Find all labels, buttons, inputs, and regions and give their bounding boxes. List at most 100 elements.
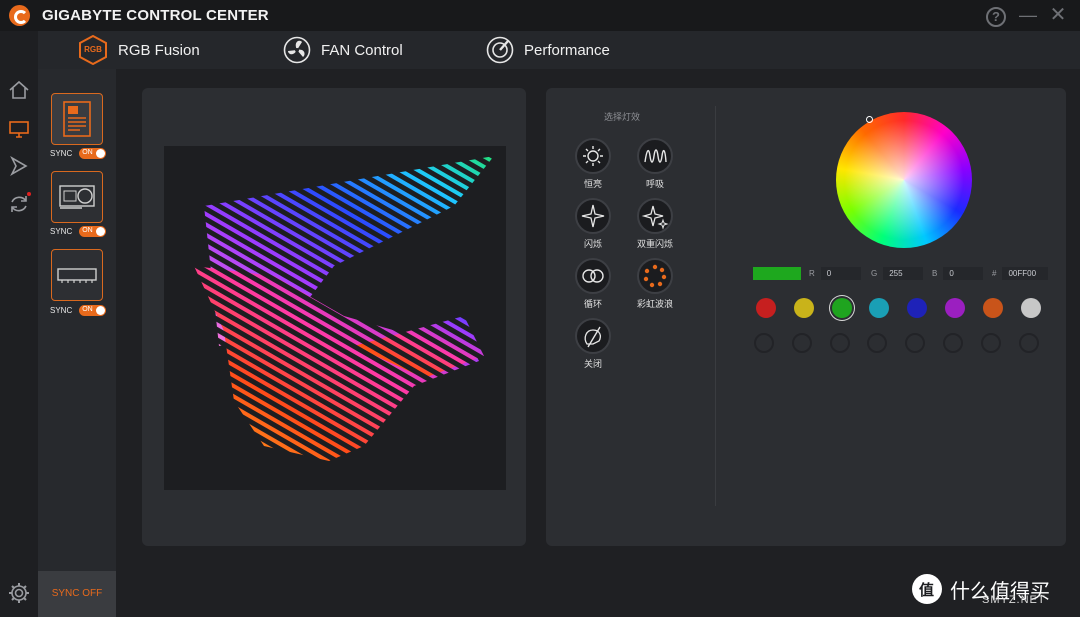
tab-performance[interactable]: Performance: [486, 31, 610, 69]
effect-flash[interactable]: 闪烁: [568, 198, 618, 250]
effect-label: 双重闪烁: [636, 239, 673, 249]
color-swatch[interactable]: [869, 298, 890, 318]
b-field: B 0: [932, 267, 984, 280]
device-memory[interactable]: [51, 249, 103, 301]
rainbow-dots-icon: [643, 264, 667, 288]
custom-color-slot[interactable]: [791, 333, 812, 353]
effect-label: 彩虹波浪: [636, 299, 673, 309]
custom-color-slot[interactable]: [980, 333, 1001, 353]
device-graphics-card[interactable]: [51, 171, 103, 223]
minimize-button[interactable]: —: [1016, 3, 1040, 27]
effect-rainbow-wave[interactable]: 彩虹波浪: [630, 258, 680, 310]
monitor-icon[interactable]: [7, 117, 31, 141]
g-field: G 255: [871, 267, 924, 280]
effect-button[interactable]: [637, 258, 673, 294]
performance-gauge-icon: [486, 36, 514, 64]
hex-input[interactable]: 00FF00: [1002, 267, 1049, 280]
sync-toggle[interactable]: ON: [79, 305, 107, 316]
effect-button[interactable]: [575, 198, 611, 234]
memory-icon: [57, 268, 97, 283]
gear-icon[interactable]: [7, 581, 31, 605]
sync-toggle[interactable]: ON: [79, 148, 107, 159]
effect-static[interactable]: 恒亮: [568, 138, 618, 190]
tab-label: Performance: [524, 41, 610, 59]
gigabyte-logo-icon: [9, 5, 30, 26]
sync-row-memory: SYNC ON: [50, 305, 107, 316]
motherboard-icon: [63, 101, 91, 137]
toggle-state: ON: [82, 227, 93, 234]
custom-color-slot[interactable]: [943, 333, 963, 353]
close-button[interactable]: ✕: [1046, 3, 1070, 27]
r-input[interactable]: 0: [820, 267, 861, 280]
help-icon[interactable]: ?: [986, 7, 1006, 27]
custom-color-slot[interactable]: [867, 333, 888, 353]
sync-label: SYNC: [50, 227, 73, 236]
preview-panel: [142, 88, 526, 546]
tab-label: FAN Control: [321, 41, 403, 59]
hex-field: # 00FF00: [992, 267, 1049, 280]
sync-off-button[interactable]: SYNC OFF: [38, 571, 116, 617]
sync-label: SYNC: [50, 306, 73, 315]
color-wheel-handle[interactable]: [866, 116, 873, 123]
watermark-logo: [912, 574, 942, 604]
effect-breathing[interactable]: 呼吸: [630, 138, 680, 190]
rgb-badge-text: RGB: [84, 45, 102, 54]
home-icon[interactable]: [7, 78, 31, 102]
color-swatch[interactable]: [945, 298, 965, 318]
custom-color-slot[interactable]: [1018, 333, 1039, 353]
effect-label: 循环: [583, 299, 602, 309]
device-motherboard[interactable]: [51, 93, 103, 145]
sun-icon: [583, 146, 603, 166]
custom-color-slot[interactable]: [905, 333, 926, 353]
color-swatch[interactable]: [907, 298, 928, 318]
sync-label: SYNC: [50, 149, 73, 158]
wave-icon: [644, 149, 667, 163]
sync-update-icon[interactable]: [7, 192, 31, 216]
aorus-eagle-logo-image: [194, 156, 494, 461]
effect-button[interactable]: [575, 318, 611, 354]
effect-cycle[interactable]: 循环: [568, 258, 618, 310]
effect-button[interactable]: [637, 198, 673, 234]
effect-label: 关闭: [583, 359, 602, 369]
color-swatch[interactable]: [756, 298, 776, 318]
off-icon: [584, 326, 601, 348]
fan-icon: [283, 36, 311, 64]
custom-color-slot[interactable]: [829, 333, 850, 353]
tab-fan-control[interactable]: FAN Control: [283, 31, 403, 69]
graphics-card-icon: [59, 185, 95, 209]
color-swatch[interactable]: [831, 298, 852, 318]
arrow-forward-icon[interactable]: [7, 154, 31, 178]
g-input[interactable]: 255: [883, 267, 924, 280]
effect-label: 恒亮: [583, 179, 602, 189]
b-input[interactable]: 0: [943, 267, 984, 280]
r-field: R 0: [809, 267, 861, 280]
color-swatch[interactable]: [1020, 298, 1041, 318]
aorus-rgb-preview: [164, 146, 506, 490]
lighting-panel: 选择灯效 恒亮 呼吸 闪烁 双重闪烁 循环 彩虹波浪 关闭 R 0 G 255 …: [546, 88, 1066, 546]
r-label: R: [809, 269, 815, 278]
effect-button[interactable]: [575, 138, 611, 174]
sync-toggle[interactable]: ON: [79, 226, 107, 237]
tab-rgb-fusion[interactable]: RGB RGB Fusion: [78, 31, 200, 69]
b-label: B: [932, 269, 938, 278]
toggle-state: ON: [82, 306, 93, 313]
panel-divider: [715, 106, 716, 506]
effect-off[interactable]: 关闭: [568, 318, 618, 370]
current-color-preview: [753, 267, 801, 280]
module-tabs: RGB RGB Fusion FAN Control Performance: [38, 31, 1080, 69]
device-list: SYNC ON SYNC ON SYNC ON SYNC OFF: [38, 69, 116, 617]
custom-color-slot[interactable]: [754, 333, 774, 353]
rgb-fusion-icon: RGB: [79, 35, 107, 65]
sparkle-icon: [581, 204, 605, 228]
effect-button[interactable]: [575, 258, 611, 294]
left-rail: [0, 31, 38, 617]
color-swatch[interactable]: [982, 298, 1003, 318]
title-bar: GIGABYTE CONTROL CENTER ? — ✕: [0, 0, 1080, 31]
tab-label: RGB Fusion: [118, 41, 200, 59]
color-wheel[interactable]: [836, 112, 972, 248]
app-title: GIGABYTE CONTROL CENTER: [42, 7, 269, 24]
effect-double-flash[interactable]: 双重闪烁: [630, 198, 680, 250]
effect-button[interactable]: [637, 138, 673, 174]
color-swatch[interactable]: [793, 298, 814, 318]
help-button[interactable]: ?: [984, 3, 1008, 27]
